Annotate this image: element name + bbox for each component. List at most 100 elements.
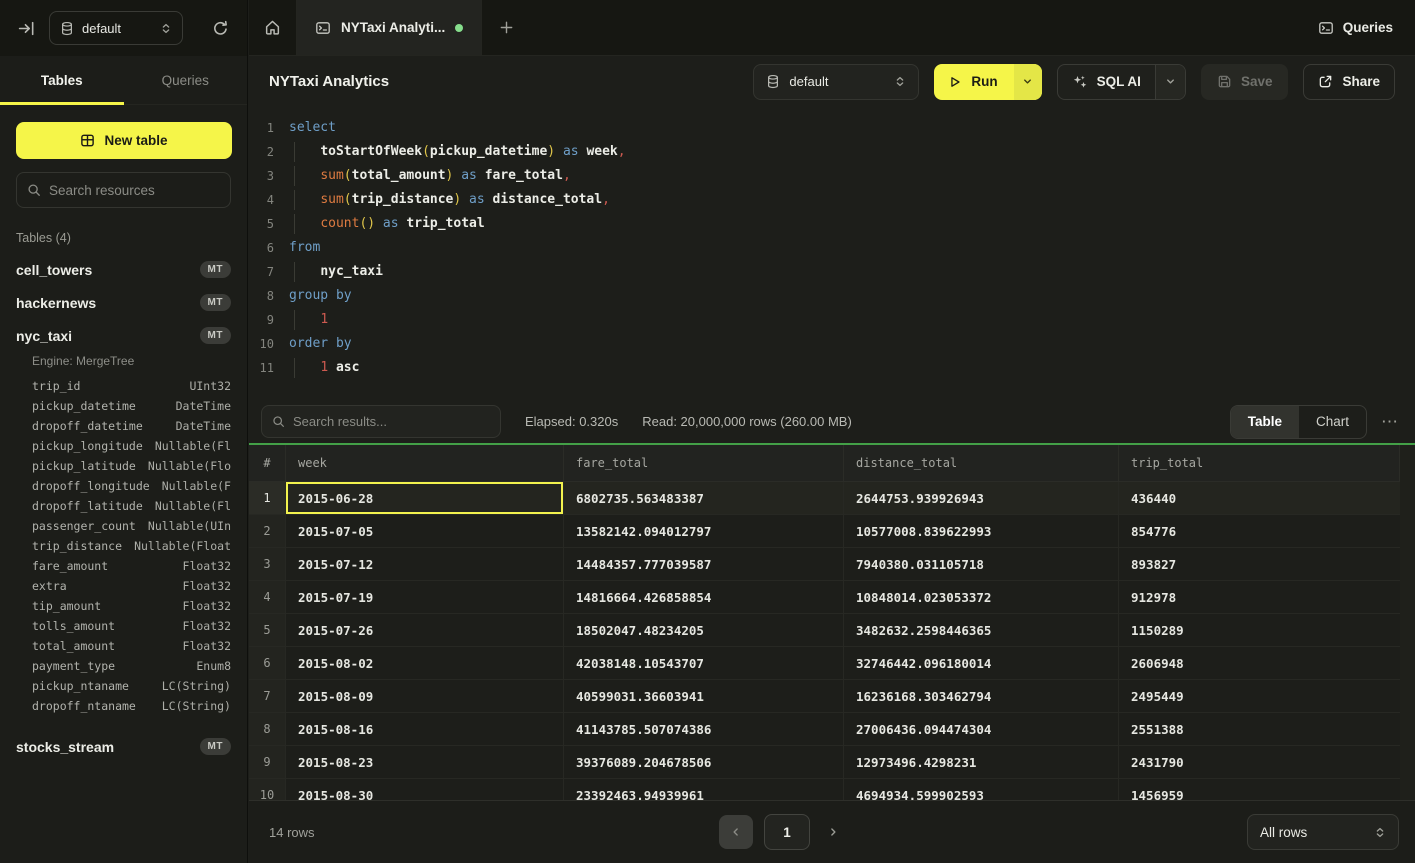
column-row: pickup_latitudeNullable(Flo	[0, 456, 247, 476]
collapse-sidebar-button[interactable]	[14, 16, 39, 41]
table-cell[interactable]: 18502047.48234205	[564, 614, 844, 647]
home-button[interactable]	[249, 0, 296, 55]
table-cell[interactable]: 14484357.777039587	[564, 548, 844, 581]
results-table: # week fare_total distance_total trip_to…	[249, 445, 1415, 800]
column-list: trip_idUInt32 pickup_datetimeDateTime dr…	[0, 376, 247, 716]
column-header-trip-total[interactable]: trip_total	[1119, 445, 1400, 482]
table-cell-selected[interactable]: 2015-06-28	[286, 482, 564, 515]
table-item-nyc-taxi[interactable]: nyc_taxi MT	[0, 319, 247, 352]
table-cell[interactable]: 39376089.204678506	[564, 746, 844, 779]
code-line: 9 1	[249, 308, 1415, 332]
column-header-week[interactable]: week	[286, 445, 564, 482]
engine-badge: MT	[200, 738, 231, 755]
sql-ai-button[interactable]: SQL AI	[1057, 64, 1186, 100]
table-cell[interactable]: 14816664.426858854	[564, 581, 844, 614]
current-page-button[interactable]: 1	[764, 814, 810, 850]
save-button[interactable]: Save	[1201, 64, 1289, 100]
table-cell[interactable]: 42038148.10543707	[564, 647, 844, 680]
code-line: 11 1 asc	[249, 356, 1415, 380]
sql-editor[interactable]: 1select 2 toStartOfWeek(pickup_datetime)…	[249, 107, 1415, 400]
table-cell[interactable]: 1456959	[1119, 779, 1400, 800]
table-cell[interactable]: 4694934.599902593	[844, 779, 1119, 800]
collapse-sidebar-icon	[18, 20, 35, 37]
sidebar-database-selector[interactable]: default	[49, 11, 183, 45]
table-cell[interactable]: 2015-07-26	[286, 614, 564, 647]
table-cell[interactable]: 893827	[1119, 548, 1400, 581]
console-icon	[1318, 20, 1334, 36]
table-cell[interactable]: 10848014.023053372	[844, 581, 1119, 614]
table-cell[interactable]: 2495449	[1119, 680, 1400, 713]
table-name: stocks_stream	[16, 739, 200, 755]
row-number: 5	[249, 614, 286, 647]
table-cell[interactable]: 2431790	[1119, 746, 1400, 779]
table-cell[interactable]: 40599031.36603941	[564, 680, 844, 713]
chevron-updown-icon	[160, 22, 172, 35]
refresh-button[interactable]	[208, 16, 233, 41]
code-line: 4 sum(trip_distance) as distance_total,	[249, 188, 1415, 212]
table-cell[interactable]: 854776	[1119, 515, 1400, 548]
run-button-main[interactable]: Run	[934, 64, 1013, 100]
table-cell[interactable]: 1150289	[1119, 614, 1400, 647]
table-cell[interactable]: 2015-08-09	[286, 680, 564, 713]
column-header-num[interactable]: #	[249, 445, 286, 482]
table-scrollbar-gutter[interactable]	[1400, 445, 1415, 800]
table-cell[interactable]: 2644753.939926943	[844, 482, 1119, 515]
table-cell[interactable]: 41143785.507074386	[564, 713, 844, 746]
table-cell[interactable]: 12973496.4298231	[844, 746, 1119, 779]
query-tab-nytaxi-analytics[interactable]: NYTaxi Analyti...	[296, 0, 482, 55]
table-item-stocks-stream[interactable]: stocks_stream MT	[0, 730, 247, 763]
table-item-hackernews[interactable]: hackernews MT	[0, 286, 247, 319]
run-label: Run	[971, 74, 997, 89]
chevron-right-icon	[827, 826, 839, 838]
sql-ai-caret[interactable]	[1155, 65, 1185, 99]
column-header-fare-total[interactable]: fare_total	[564, 445, 844, 482]
page-size-selector[interactable]: All rows	[1247, 814, 1399, 850]
table-cell[interactable]: 10577008.839622993	[844, 515, 1119, 548]
sql-ai-main[interactable]: SQL AI	[1058, 65, 1155, 99]
sidebar-tab-tables[interactable]: Tables	[0, 56, 124, 104]
table-cell[interactable]: 2015-07-19	[286, 581, 564, 614]
table-cell[interactable]: 6802735.563483387	[564, 482, 844, 515]
new-tab-button[interactable]	[482, 0, 530, 55]
prev-page-button[interactable]	[719, 815, 753, 849]
table-item-cell-towers[interactable]: cell_towers MT	[0, 253, 247, 286]
queries-menu-button[interactable]: Queries	[1296, 0, 1415, 55]
table-cell[interactable]: 2015-07-12	[286, 548, 564, 581]
read-stat: Read: 20,000,000 rows (260.00 MB)	[642, 414, 852, 429]
view-tab-table[interactable]: Table	[1231, 406, 1299, 438]
column-row: tolls_amountFloat32	[0, 616, 247, 636]
table-cell[interactable]: 32746442.096180014	[844, 647, 1119, 680]
table-cell[interactable]: 436440	[1119, 482, 1400, 515]
elapsed-stat: Elapsed: 0.320s	[525, 414, 618, 429]
run-button[interactable]: Run	[934, 64, 1041, 100]
table-name: nyc_taxi	[16, 328, 200, 344]
table-cell[interactable]: 2551388	[1119, 713, 1400, 746]
view-tab-chart[interactable]: Chart	[1299, 406, 1366, 438]
table-cell[interactable]: 2015-08-16	[286, 713, 564, 746]
column-header-distance-total[interactable]: distance_total	[844, 445, 1119, 482]
table-cell[interactable]: 2015-08-02	[286, 647, 564, 680]
table-cell[interactable]: 2015-08-30	[286, 779, 564, 800]
table-cell[interactable]: 3482632.2598446365	[844, 614, 1119, 647]
table-cell[interactable]: 23392463.94939961	[564, 779, 844, 800]
new-table-button[interactable]: New table	[16, 122, 232, 159]
table-cell[interactable]: 2015-08-23	[286, 746, 564, 779]
next-page-button[interactable]	[821, 820, 845, 844]
table-cell[interactable]: 13582142.094012797	[564, 515, 844, 548]
refresh-icon	[212, 20, 229, 37]
toolbar-database-selector[interactable]: default	[753, 64, 919, 100]
table-cell[interactable]: 2015-07-05	[286, 515, 564, 548]
table-cell[interactable]: 912978	[1119, 581, 1400, 614]
table-cell[interactable]: 2606948	[1119, 647, 1400, 680]
run-options-caret[interactable]	[1014, 64, 1042, 100]
table-cell[interactable]: 16236168.303462794	[844, 680, 1119, 713]
share-button[interactable]: Share	[1303, 64, 1395, 100]
results-more-button[interactable]: ⋯	[1381, 412, 1399, 432]
table-cell[interactable]: 7940380.031105718	[844, 548, 1119, 581]
search-resources-input[interactable]	[49, 183, 220, 198]
table-cell[interactable]: 27006436.094474304	[844, 713, 1119, 746]
column-row: passenger_countNullable(UIn	[0, 516, 247, 536]
sidebar-tabs: Tables Queries	[0, 56, 247, 105]
search-results-input[interactable]	[293, 414, 490, 429]
sidebar-tab-queries[interactable]: Queries	[124, 56, 248, 104]
